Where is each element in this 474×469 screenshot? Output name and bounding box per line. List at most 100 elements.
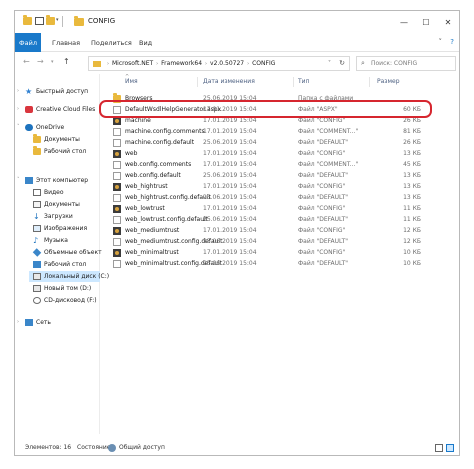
file-row-web-lowtrust[interactable]: web_lowtrust 17.01.2019 15:04 Файл "CONF… xyxy=(111,203,421,214)
recent-locations-chevron-icon[interactable]: ▾ xyxy=(51,59,54,65)
file-row-web-mediumtrust-default[interactable]: web_mediumtrust.config.default 25.06.201… xyxy=(111,236,421,247)
file-row-web-hightrust-default[interactable]: web_hightrust.config.default 25.06.2019 … xyxy=(111,192,421,203)
sidebar-item-desktop[interactable]: Рабочий стол xyxy=(33,259,86,270)
address-dropdown-icon[interactable]: ˅ xyxy=(328,60,331,67)
sidebar-item-label: OneDrive xyxy=(36,124,65,131)
file-row-web[interactable]: web 17.01.2019 15:04 Файл "CONFIG" 13 КБ xyxy=(111,148,421,159)
tab-home[interactable]: Главная xyxy=(52,39,80,47)
file-size: 12 КБ xyxy=(403,238,421,245)
breadcrumb-config[interactable]: CONFIG xyxy=(252,60,275,67)
address-bar[interactable]: › Microsoft.NET › Framework64 › v2.0.507… xyxy=(88,56,350,71)
ribbon-expand-icon[interactable]: ˅ xyxy=(439,38,443,46)
tab-view[interactable]: Вид xyxy=(139,39,152,47)
file-icon xyxy=(113,128,121,136)
column-divider[interactable] xyxy=(293,77,294,87)
title-folder-icon xyxy=(74,16,84,26)
file-row-machine-config-default[interactable]: machine.config.default 25.06.2019 15:04 … xyxy=(111,137,421,148)
breadcrumb-separator-icon: › xyxy=(156,60,159,67)
expand-chevron-icon[interactable]: › xyxy=(17,88,19,94)
title-separator xyxy=(62,16,63,27)
tab-file[interactable]: Файл xyxy=(15,33,41,52)
help-icon[interactable]: ? xyxy=(450,38,454,46)
sidebar-item-quick-access[interactable]: ★ Быстрый доступ xyxy=(25,86,88,97)
folder-icon xyxy=(33,134,41,143)
ribbon: Файл Главная Поделиться Вид ˅ ? xyxy=(15,33,459,52)
file-row-web-config-default[interactable]: web.config.default 25.06.2019 15:04 Файл… xyxy=(111,170,421,181)
file-row-machine-config-comments[interactable]: machine.config.comments 17.01.2019 15:04… xyxy=(111,126,421,137)
sidebar-item-creative-cloud[interactable]: Creative Cloud Files xyxy=(25,104,95,115)
column-header-date[interactable]: Дата изменения xyxy=(203,78,255,85)
sidebar-item-downloads[interactable]: ↓ Загрузки xyxy=(33,211,73,222)
file-date: 17.01.2019 15:04 xyxy=(203,117,257,124)
search-input[interactable]: ⌕ Поиск: CONFIG xyxy=(356,56,456,71)
sidebar-item-local-disk-c[interactable]: Локальный диск (C:) xyxy=(29,271,109,282)
breadcrumb-framework64[interactable]: Framework64 xyxy=(161,60,202,67)
sidebar-item-network[interactable]: Сеть xyxy=(25,317,51,328)
sidebar-item-label: Видео xyxy=(44,189,64,196)
sidebar-item-this-pc[interactable]: Этот компьютер xyxy=(25,175,88,186)
maximize-button[interactable]: ☐ xyxy=(415,11,437,33)
sidebar-item-onedrive[interactable]: OneDrive xyxy=(25,122,64,133)
file-row-web-mediumtrust[interactable]: web_mediumtrust 17.01.2019 15:04 Файл "C… xyxy=(111,225,421,236)
file-type: Файл "CONFIG" xyxy=(298,227,346,234)
breadcrumb-version[interactable]: v2.0.50727 xyxy=(210,60,244,67)
file-row-web-minimaltrust[interactable]: web_minimaltrust 17.01.2019 15:04 Файл "… xyxy=(111,247,421,258)
minimize-button[interactable]: — xyxy=(393,11,415,33)
forward-arrow-icon[interactable]: → xyxy=(37,57,44,66)
title-bar: ▾ CONFIG — ☐ ✕ xyxy=(15,11,459,33)
sidebar-item-cd-drive-f[interactable]: CD-дисковод (F:) xyxy=(33,295,97,306)
column-header-name[interactable]: Имя xyxy=(125,78,138,85)
file-date: 25.06.2019 15:04 xyxy=(203,139,257,146)
file-list: ^ Имя Дата изменения Тип Размер Browsers… xyxy=(101,74,459,434)
file-size: 13 КБ xyxy=(403,150,421,157)
sidebar-item-pictures[interactable]: Изображения xyxy=(33,223,87,234)
details-view-icon[interactable] xyxy=(435,444,443,452)
sidebar-item-videos[interactable]: Видео xyxy=(33,187,64,198)
column-header-type[interactable]: Тип xyxy=(298,78,310,85)
expand-chevron-icon[interactable]: ˅ xyxy=(17,177,20,183)
quick-access-toolbar-dropdown-icon[interactable]: ▾ xyxy=(56,17,59,23)
expand-chevron-icon[interactable]: › xyxy=(17,106,19,112)
expand-chevron-icon[interactable]: ˅ xyxy=(17,124,20,130)
file-row-web-config-comments[interactable]: web.config.comments 17.01.2019 15:04 Фай… xyxy=(111,159,421,170)
properties-icon[interactable] xyxy=(35,17,44,25)
sidebar-item-3d-objects[interactable]: Объемные объект xyxy=(32,247,102,258)
file-size: 45 КБ xyxy=(403,161,421,168)
file-row-web-minimaltrust-default[interactable]: web_minimaltrust.config.default 25.06.20… xyxy=(111,258,421,269)
up-arrow-icon[interactable]: ↑ xyxy=(63,57,70,66)
close-button[interactable]: ✕ xyxy=(437,11,459,33)
new-folder-icon[interactable] xyxy=(46,15,55,25)
breadcrumb-separator-icon: › xyxy=(205,60,208,67)
file-date: 17.01.2019 15:04 xyxy=(203,183,257,190)
file-type: Файл "DEFAULT" xyxy=(298,139,348,146)
explorer-window: ▾ CONFIG — ☐ ✕ Файл Главная Поделиться В… xyxy=(14,10,460,456)
column-header-size[interactable]: Размер xyxy=(377,78,400,85)
file-date: 25.06.2019 15:04 xyxy=(203,216,257,223)
pictures-icon xyxy=(33,225,41,232)
sidebar-item-onedrive-desktop[interactable]: Рабочий стол xyxy=(33,146,86,157)
file-size: 81 КБ xyxy=(403,128,421,135)
column-divider[interactable] xyxy=(369,77,370,87)
config-file-icon xyxy=(113,205,121,213)
sidebar-item-music[interactable]: ♪ Музыка xyxy=(33,235,68,246)
tab-share[interactable]: Поделиться xyxy=(91,39,132,47)
breadcrumb-microsoft-net[interactable]: Microsoft.NET xyxy=(112,60,153,67)
sidebar-item-volume-d[interactable]: Новый том (D:) xyxy=(33,283,91,294)
large-icons-view-icon[interactable] xyxy=(446,444,454,452)
back-arrow-icon[interactable]: ← xyxy=(23,57,30,66)
file-type: Файл "CONFIG" xyxy=(298,150,346,157)
sidebar-item-onedrive-documents[interactable]: Документы xyxy=(33,134,80,145)
file-size: 26 КБ xyxy=(403,117,421,124)
sidebar-item-label: Быстрый доступ xyxy=(36,88,89,95)
file-row-web-lowtrust-default[interactable]: web_lowtrust.config.default 25.06.2019 1… xyxy=(111,214,421,225)
sidebar-item-documents[interactable]: Документы xyxy=(33,199,80,210)
file-row-web-hightrust[interactable]: web_hightrust 17.01.2019 15:04 Файл "CON… xyxy=(111,181,421,192)
status-bar: Элементов: 16 Состояние: Общий доступ xyxy=(15,441,459,455)
expand-chevron-icon[interactable]: › xyxy=(17,319,19,325)
sidebar-item-label: Этот компьютер xyxy=(36,177,89,184)
column-divider[interactable] xyxy=(197,77,198,87)
sidebar-item-label: Рабочий стол xyxy=(44,261,87,268)
file-name: web_lowtrust.config.default xyxy=(125,216,209,223)
refresh-icon[interactable]: ↻ xyxy=(339,59,345,67)
sidebar-item-label: Документы xyxy=(44,136,80,143)
